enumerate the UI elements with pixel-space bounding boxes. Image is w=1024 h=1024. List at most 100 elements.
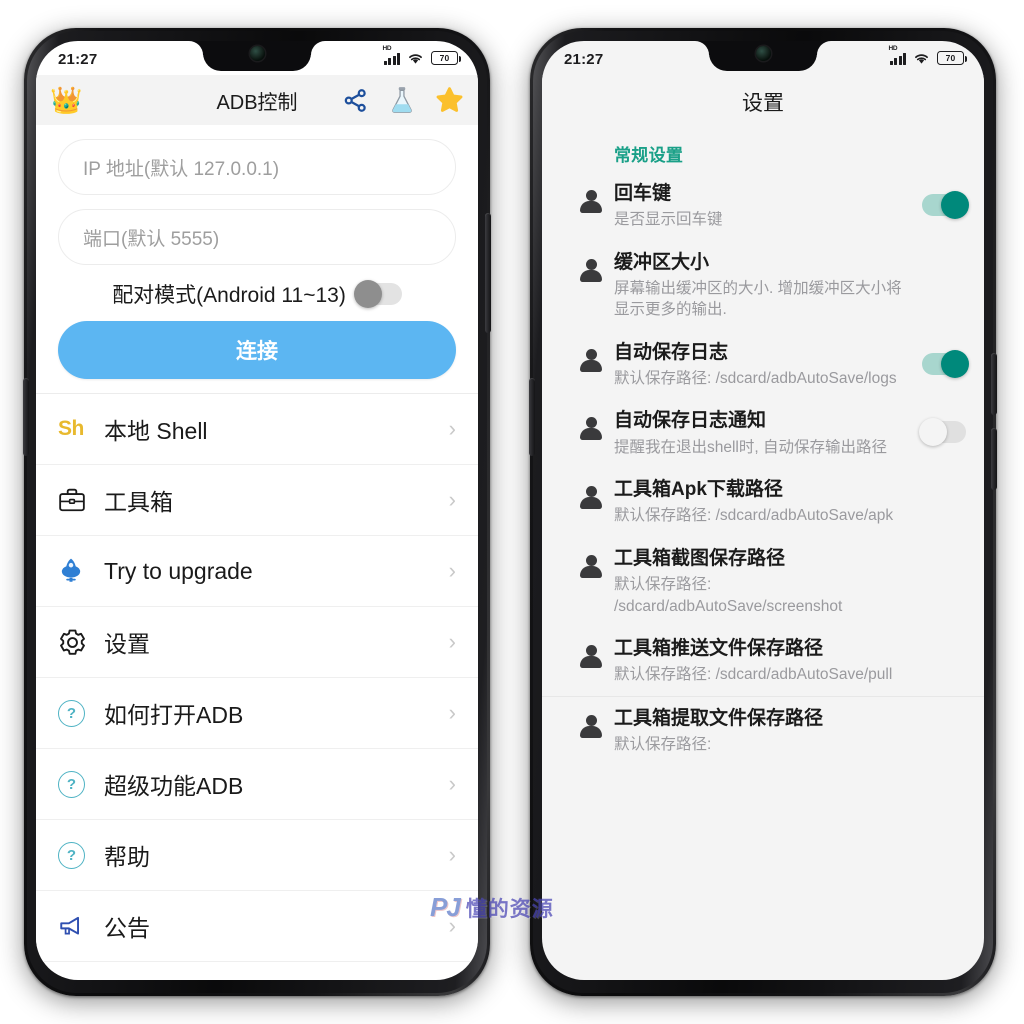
setting-row-auto-save-log-notify[interactable]: 自动保存日志通知 提醒我在退出shell时, 自动保存输出路径 <box>542 399 984 468</box>
megaphone-icon <box>58 914 100 938</box>
setting-title: 工具箱截图保存路径 <box>614 547 786 569</box>
setting-subtitle: 默认保存路径: /sdcard/adbAutoSave/pull <box>614 666 893 684</box>
setting-subtitle: 提醒我在退出shell时, 自动保存输出路径 <box>614 438 887 456</box>
chevron-right-icon: › <box>448 558 456 583</box>
pair-mode-label: 配对模式(Android 11~13) <box>112 284 346 307</box>
battery-icon: 70 <box>937 51 967 65</box>
section-header-general: 常规设置 <box>614 146 684 165</box>
setting-title: 工具箱Apk下载路径 <box>614 479 783 501</box>
menu-item-label: 如何打开ADB <box>104 702 244 728</box>
person-icon <box>568 251 614 283</box>
menu-item-help[interactable]: ? 帮助 › <box>36 820 478 891</box>
flask-icon[interactable] <box>387 85 417 115</box>
notch-right <box>709 41 817 71</box>
setting-row-screenshot-path[interactable]: 工具箱截图保存路径 默认保存路径: /sdcard/adbAutoSave/sc… <box>542 537 984 627</box>
menu-item-label: 超级功能ADB <box>104 773 244 799</box>
power-button-right-phone[interactable] <box>529 378 535 456</box>
phone-device-left: 21:27 HD 70 👑 ADB控制 IP 地址(默认 127.0.0.1) … <box>23 28 491 996</box>
setting-title: 自动保存日志 <box>614 341 729 363</box>
battery-icon: 70 <box>431 51 461 65</box>
status-time: 21:27 <box>564 50 604 68</box>
setting-subtitle: 默认保存路径: /sdcard/adbAutoSave/logs <box>614 370 897 388</box>
chevron-right-icon: › <box>448 487 456 512</box>
phone-device-right: 21:27 HD 70 设置 常规设置 回车键 是否显示回车键 缓冲区大小 屏幕… <box>529 28 997 996</box>
connect-button[interactable]: 连接 <box>58 321 456 379</box>
shell-badge-text: Sh <box>58 417 84 440</box>
chevron-right-icon: › <box>448 416 456 441</box>
volume-down-button-right-phone[interactable] <box>991 428 997 490</box>
status-icons: HD 70 <box>383 45 461 65</box>
toolbox-icon <box>58 487 100 513</box>
chevron-right-icon: › <box>448 629 456 654</box>
chevron-right-icon: › <box>448 700 456 725</box>
setting-row-push-file-path[interactable]: 工具箱推送文件保存路径 默认保存路径: /sdcard/adbAutoSave/… <box>542 627 984 696</box>
menu-item-how-to-open-adb[interactable]: ? 如何打开ADB › <box>36 678 478 749</box>
hd-label: HD <box>382 44 392 52</box>
wifi-icon <box>915 53 928 64</box>
signal-bars-icon: HD <box>889 45 906 65</box>
star-icon[interactable] <box>434 85 464 115</box>
setting-title: 工具箱提取文件保存路径 <box>614 707 824 729</box>
menu-item-label: Try to upgrade <box>104 557 253 584</box>
setting-title: 工具箱推送文件保存路径 <box>614 637 824 659</box>
connect-form: IP 地址(默认 127.0.0.1) 端口(默认 5555) 配对模式(And… <box>36 125 478 379</box>
setting-title: 回车键 <box>614 183 672 204</box>
question-circle-icon: ? <box>58 770 100 798</box>
setting-toggle[interactable] <box>922 349 969 378</box>
settings-page-title: 设置 <box>542 75 984 129</box>
menu-item-try-to-upgrade[interactable]: Try to upgrade › <box>36 536 478 607</box>
notch-left <box>203 41 311 71</box>
setting-subtitle: 默认保存路径: /sdcard/adbAutoSave/apk <box>614 507 894 525</box>
menu-item-announcement[interactable]: 公告 › <box>36 891 478 962</box>
person-icon <box>568 707 614 739</box>
ip-address-input[interactable]: IP 地址(默认 127.0.0.1) <box>58 139 456 195</box>
setting-toggle[interactable] <box>919 418 966 447</box>
settings-list: 回车键 是否显示回车键 缓冲区大小 屏幕输出缓冲区的大小. 增加缓冲区大小将显示… <box>542 172 984 765</box>
menu-item-super-adb[interactable]: ? 超级功能ADB › <box>36 749 478 820</box>
volume-up-button-right-phone[interactable] <box>991 353 997 415</box>
status-icons: HD 70 <box>889 45 967 65</box>
setting-subtitle: 默认保存路径: /sdcard/adbAutoSave/screenshot <box>614 576 843 615</box>
share-icon[interactable] <box>340 85 370 115</box>
app-bar-left: 👑 ADB控制 <box>36 75 478 125</box>
chevron-right-icon: › <box>448 771 456 796</box>
setting-row-buffer-size[interactable]: 缓冲区大小 屏幕输出缓冲区的大小. 增加缓冲区大小将显示更多的输出. <box>542 241 984 331</box>
port-input[interactable]: 端口(默认 5555) <box>58 209 456 265</box>
volume-button-left-phone[interactable] <box>485 213 491 333</box>
screen-left: 21:27 HD 70 👑 ADB控制 IP 地址(默认 127.0.0.1) … <box>36 41 478 980</box>
setting-row-pull-file-path[interactable]: 工具箱提取文件保存路径 默认保存路径: <box>542 697 984 766</box>
main-menu-list: Sh 本地 Shell › 工具箱 › Try to upgrade › 设置 … <box>36 393 478 962</box>
gear-icon <box>58 628 100 657</box>
menu-item-local-shell[interactable]: Sh 本地 Shell › <box>36 394 478 465</box>
power-button-left-phone[interactable] <box>23 378 29 456</box>
setting-row-enter-key[interactable]: 回车键 是否显示回车键 <box>542 172 984 241</box>
menu-item-toolbox[interactable]: 工具箱 › <box>36 465 478 536</box>
person-icon <box>568 478 614 510</box>
battery-level: 70 <box>439 53 450 63</box>
hd-label: HD <box>888 44 898 52</box>
menu-item-settings[interactable]: 设置 › <box>36 607 478 678</box>
pair-mode-toggle[interactable] <box>353 280 402 308</box>
battery-level: 70 <box>945 53 956 63</box>
crown-icon[interactable]: 👑 <box>50 87 82 113</box>
chevron-right-icon: › <box>448 913 456 938</box>
person-icon <box>568 409 614 441</box>
app-bar-actions <box>340 85 464 115</box>
person-icon <box>568 182 614 214</box>
menu-item-label: 工具箱 <box>104 489 173 515</box>
setting-toggle[interactable] <box>922 191 969 219</box>
front-camera-icon <box>755 46 771 61</box>
screenshot-root: 21:27 HD 70 👑 ADB控制 IP 地址(默认 127.0.0.1) … <box>0 0 1024 1024</box>
person-icon <box>568 547 614 579</box>
setting-row-apk-download-path[interactable]: 工具箱Apk下载路径 默认保存路径: /sdcard/adbAutoSave/a… <box>542 468 984 537</box>
shell-badge-icon: Sh <box>58 417 100 441</box>
setting-row-auto-save-log[interactable]: 自动保存日志 默认保存路径: /sdcard/adbAutoSave/logs <box>542 331 984 400</box>
front-camera-icon <box>249 46 265 61</box>
question-circle-icon: ? <box>58 841 100 869</box>
rocket-icon <box>58 557 100 585</box>
setting-title: 缓冲区大小 <box>614 251 710 273</box>
menu-item-label: 公告 <box>104 915 150 941</box>
screen-right: 21:27 HD 70 设置 常规设置 回车键 是否显示回车键 缓冲区大小 屏幕… <box>542 41 984 980</box>
setting-subtitle: 默认保存路径: <box>614 735 712 753</box>
person-icon <box>568 341 614 373</box>
